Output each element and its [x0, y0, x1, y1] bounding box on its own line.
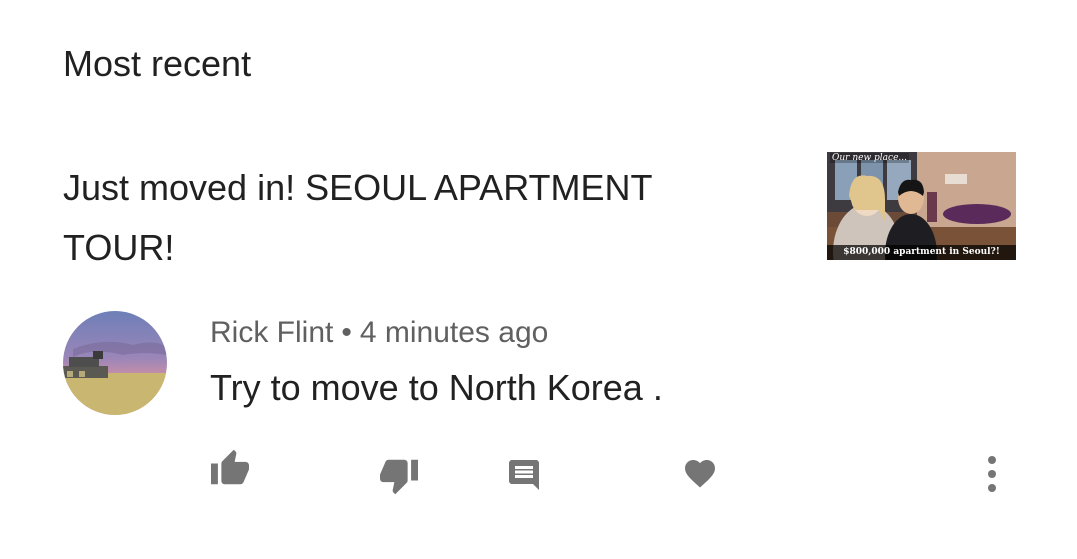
dislike-button[interactable] [378, 458, 420, 496]
video-title[interactable]: Just moved in! SEOUL APARTMENT TOUR! [63, 158, 763, 278]
thumbnail-bottom-caption: $800,000 apartment in Seoul?! [827, 245, 1016, 260]
comment-author[interactable]: Rick Flint [210, 316, 333, 349]
comment-timestamp: 4 minutes ago [359, 316, 549, 349]
thumbnail-top-caption: Our new place... [830, 153, 909, 163]
comment-text: Try to move to North Korea . [210, 367, 663, 408]
reply-icon [509, 460, 539, 490]
avatar[interactable] [63, 311, 167, 415]
more-vert-icon [988, 456, 996, 492]
video-thumbnail[interactable]: Our new place... $800,000 apartment in S… [827, 152, 1016, 260]
thumb-down-icon [380, 459, 418, 495]
heart-button[interactable] [682, 455, 718, 489]
sort-label[interactable]: Most recent [63, 40, 251, 88]
thumb-up-icon [211, 449, 249, 485]
more-options-button[interactable] [983, 454, 1001, 494]
thumbnail-image [827, 152, 1016, 260]
reply-button[interactable] [506, 457, 542, 493]
comment-meta: Rick Flint • 4 minutes ago [210, 313, 548, 353]
comment-notification: Most recent Just moved in! SEOUL APARTME… [0, 0, 1077, 559]
avatar-image [63, 311, 167, 415]
like-button[interactable] [209, 448, 251, 486]
heart-icon [685, 460, 715, 488]
meta-separator: • [341, 316, 352, 349]
